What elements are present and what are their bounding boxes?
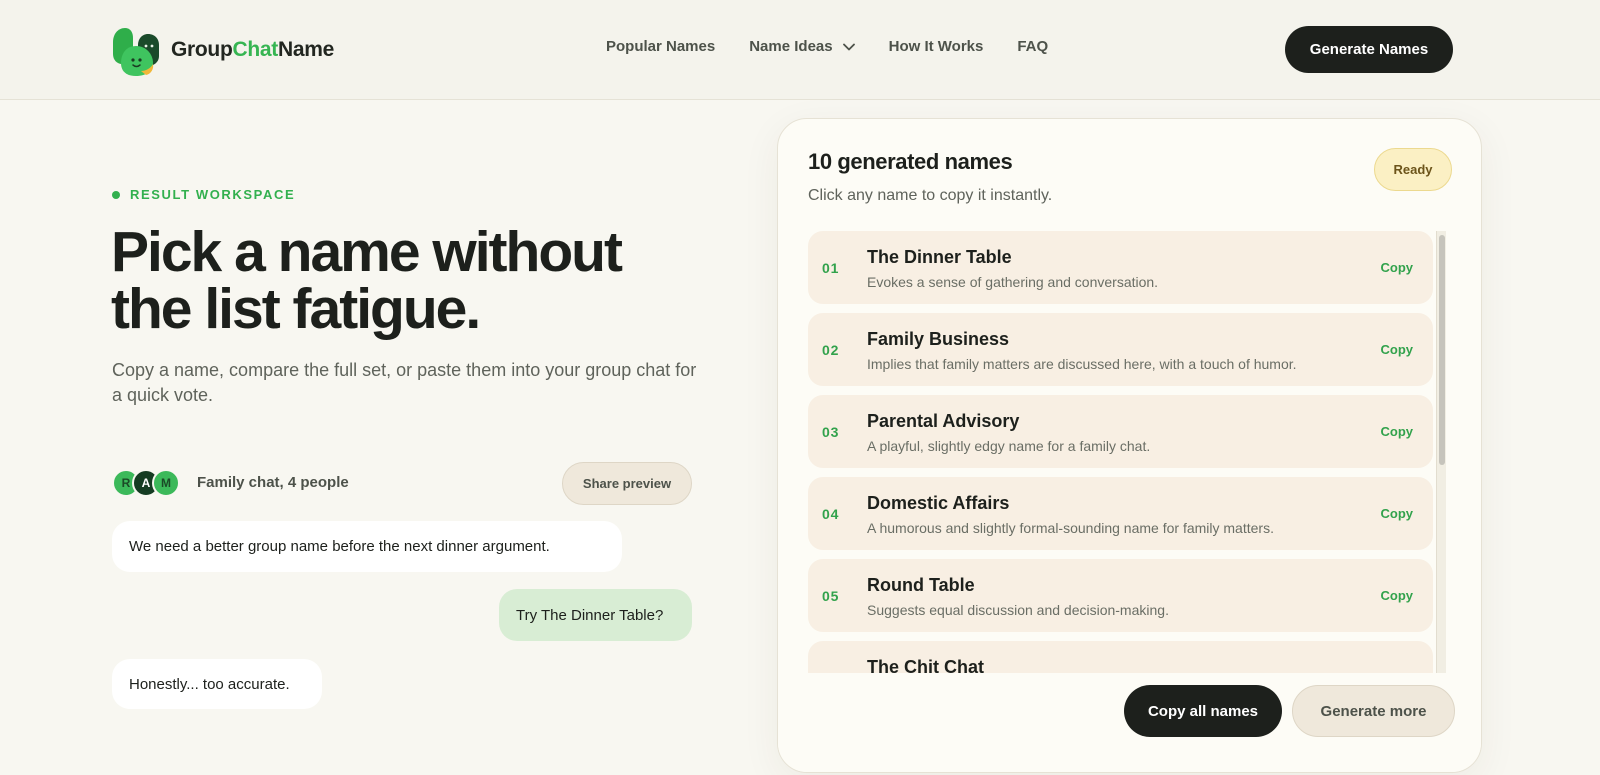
item-description: Evokes a sense of gathering and conversa…	[867, 274, 1159, 290]
nav-label: FAQ	[1017, 38, 1049, 55]
list-item[interactable]: 06 The Chit Chat Copy	[808, 641, 1433, 673]
item-number: 01	[822, 260, 840, 276]
site-header: GroupChatName Popular Names Name Ideas H…	[0, 0, 1600, 100]
page-description: Copy a name, compare the full set, or pa…	[112, 360, 697, 405]
item-name: The Chit Chat	[867, 657, 984, 673]
status-dot	[112, 190, 120, 199]
title-line-2: the list fatigue.	[111, 277, 481, 341]
copy-button[interactable]: Copy	[1381, 424, 1414, 439]
item-description: Suggests equal discussion and decision-m…	[867, 602, 1169, 618]
share-preview-button[interactable]: Share preview	[562, 462, 692, 505]
button-label: Generate Names	[1309, 41, 1429, 58]
chat-message-outgoing: Try The Dinner Table?	[499, 589, 692, 641]
list-item[interactable]: 05 Round Table Suggests equal discussion…	[808, 559, 1433, 632]
chat-preview-header: R A M Family chat, 4 people Share previe…	[112, 462, 692, 506]
group-mascot-icon	[113, 28, 159, 76]
nav-label: How It Works	[888, 38, 984, 55]
item-description: A humorous and slightly formal-sounding …	[867, 520, 1274, 536]
copy-all-names-button[interactable]: Copy all names	[1124, 685, 1282, 737]
message-text: We need a better group name before the n…	[129, 538, 550, 555]
avatar: M	[152, 469, 180, 497]
item-description: Implies that family matters are discusse…	[867, 356, 1297, 372]
item-number: 02	[822, 342, 840, 358]
message-text: Try The Dinner Table?	[516, 606, 664, 624]
results-subtitle: Click any name to copy it instantly.	[808, 187, 1053, 204]
item-number: 04	[822, 506, 840, 522]
item-name: Domestic Affairs	[867, 493, 1010, 513]
logo-text-group: Group	[171, 38, 233, 61]
title-line-1: Pick a name without	[111, 220, 623, 284]
eyebrow: RESULT WORKSPACE	[112, 187, 295, 202]
item-name: Round Table	[867, 575, 975, 595]
list-item[interactable]: 03 Parental Advisory A playful, slightly…	[808, 395, 1433, 468]
list-item[interactable]: 02 Family Business Implies that family m…	[808, 313, 1433, 386]
copy-button[interactable]: Copy	[1381, 506, 1414, 521]
item-name: The Dinner Table	[867, 247, 1012, 267]
eyebrow-text: RESULT WORKSPACE	[130, 187, 296, 202]
status-badge: Ready	[1374, 148, 1452, 191]
avatar-group: R A M	[112, 469, 180, 497]
nav-popular-names[interactable]: Popular Names	[606, 38, 715, 55]
copy-button[interactable]: Copy	[1381, 260, 1414, 275]
results-actions: Copy all names Generate more	[778, 673, 1481, 772]
item-name: Parental Advisory	[867, 411, 1020, 431]
button-label: Generate more	[1320, 702, 1427, 720]
logo-text-chat: Chat	[232, 38, 279, 61]
results-panel: 10 generated names Click any name to cop…	[777, 118, 1482, 773]
logo-text-name: Name	[277, 38, 334, 61]
scrollbar-thumb[interactable]	[1439, 235, 1445, 465]
chevron-down-icon	[842, 38, 855, 55]
item-number: 05	[822, 588, 840, 604]
logo[interactable]: GroupChatName	[113, 24, 334, 76]
item-number: 03	[822, 424, 840, 440]
copy-button[interactable]: Copy	[1381, 588, 1414, 603]
results-title: 10 generated names	[808, 149, 1013, 174]
item-name: Family Business	[867, 329, 1010, 349]
copy-button[interactable]: Copy	[1381, 342, 1414, 357]
list-item[interactable]: 04 Domestic Affairs A humorous and sligh…	[808, 477, 1433, 550]
nav-label: Popular Names	[606, 38, 716, 55]
generate-more-button[interactable]: Generate more	[1292, 685, 1455, 737]
nav-name-ideas[interactable]: Name Ideas	[749, 38, 855, 55]
chat-message-incoming: Honestly... too accurate.	[112, 659, 322, 709]
nav-label: Name Ideas	[749, 38, 833, 55]
page-title: Pick a name without the list fatigue.	[111, 224, 731, 338]
nav-how-it-works[interactable]: How It Works	[889, 38, 984, 55]
generate-names-button[interactable]: Generate Names	[1285, 26, 1453, 73]
button-label: Copy all names	[1147, 702, 1259, 720]
results-list[interactable]: 01 The Dinner Table Evokes a sense of ga…	[808, 231, 1433, 673]
main-nav: Popular Names Name Ideas How It Works FA…	[606, 38, 1082, 55]
logo-wordmark: GroupChatName	[171, 38, 334, 62]
button-label: Share preview	[582, 476, 672, 491]
list-item[interactable]: 01 The Dinner Table Evokes a sense of ga…	[808, 231, 1433, 304]
chat-label: Family chat, 4 people	[197, 474, 349, 491]
message-text: Honestly... too accurate.	[129, 675, 290, 693]
badge-label: Ready	[1393, 162, 1433, 177]
item-description: A playful, slightly edgy name for a fami…	[867, 438, 1151, 454]
nav-faq[interactable]: FAQ	[1017, 38, 1048, 55]
chat-message-incoming: We need a better group name before the n…	[112, 521, 622, 572]
